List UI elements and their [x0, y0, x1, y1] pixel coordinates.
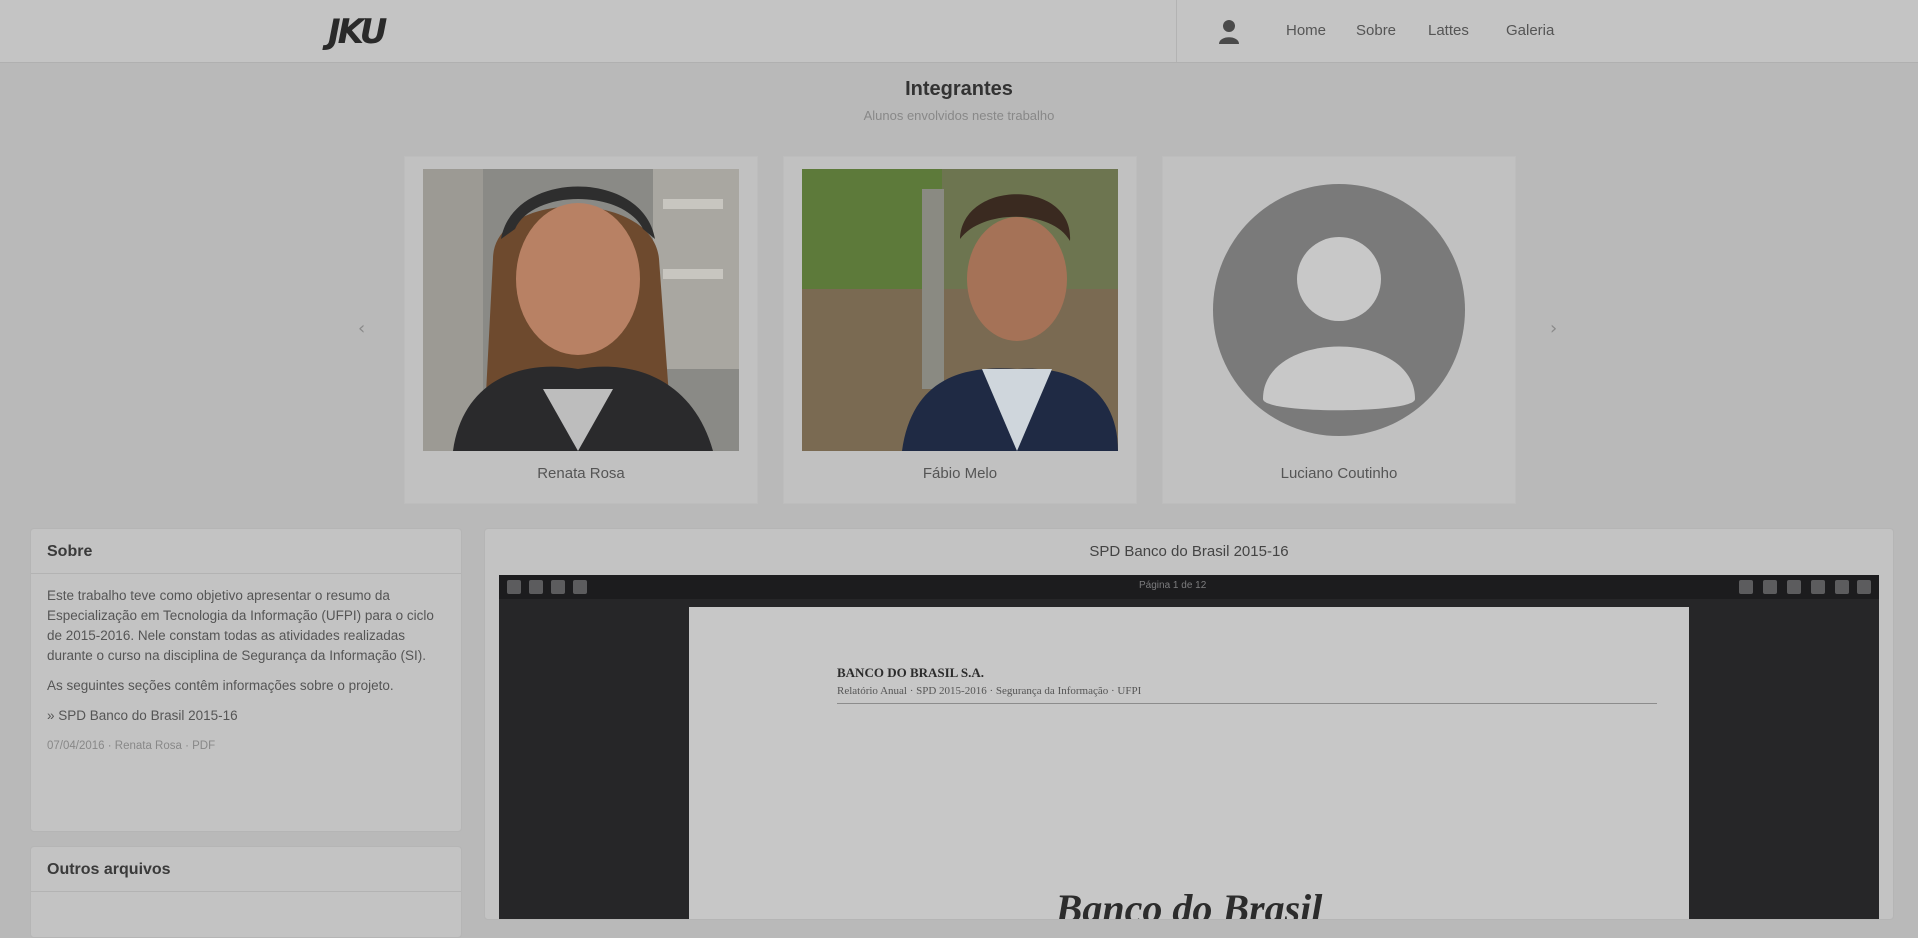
doc-subheading: Relatório Anual · SPD 2015-2016 · Segura…: [837, 685, 1142, 697]
doc-heading: BANCO DO BRASIL S.A.: [837, 665, 985, 680]
member-card[interactable]: Luciano Coutinho: [1162, 156, 1516, 504]
top-navbar: JKU Home Sobre Lattes Galeria: [0, 0, 1918, 63]
brand-logo[interactable]: JKU: [328, 12, 387, 52]
page-down-icon[interactable]: [573, 580, 587, 594]
related-panel-title: Outros arquivos: [31, 847, 461, 892]
document-panel: SPD Banco do Brasil 2015-16 Página 1 de …: [484, 528, 1894, 920]
pdf-page-indicator: Página 1 de 12: [1139, 580, 1207, 591]
open-file-icon[interactable]: [1763, 580, 1777, 594]
tools-menu-icon[interactable]: [1857, 580, 1871, 594]
pdf-page: BANCO DO BRASIL S.A. Relatório Anual · S…: [689, 607, 1689, 920]
about-panel: Sobre Este trabalho teve como objetivo a…: [30, 528, 462, 832]
sidebar-toggle-icon[interactable]: [507, 580, 521, 594]
presentation-icon[interactable]: [1739, 580, 1753, 594]
bookmark-icon[interactable]: [1835, 580, 1849, 594]
print-icon[interactable]: [1787, 580, 1801, 594]
navbar-divider: [1176, 0, 1177, 62]
download-icon[interactable]: [1811, 580, 1825, 594]
doc-rule: [837, 703, 1657, 704]
member-name: Fábio Melo: [922, 465, 998, 482]
about-text: Este trabalho teve como objetivo apresen…: [47, 588, 434, 663]
carousel-next-icon[interactable]: ›: [1550, 318, 1557, 339]
user-icon[interactable]: [1218, 18, 1240, 44]
default-avatar-icon: [1181, 169, 1497, 451]
member-name: Renata Rosa: [537, 465, 625, 482]
nav-about-link[interactable]: Sobre: [1356, 22, 1396, 39]
document-title: SPD Banco do Brasil 2015-16: [1089, 543, 1289, 560]
about-panel-title: Sobre: [31, 529, 461, 574]
team-section-subtitle: Alunos envolvidos neste trabalho: [863, 108, 1055, 123]
member-photo-woman: [423, 169, 739, 451]
carousel-prev-icon[interactable]: ‹: [358, 318, 365, 339]
page-up-icon[interactable]: [551, 580, 565, 594]
related-panel: Outros arquivos: [30, 846, 462, 938]
about-text-secondary: As seguintes seções contêm informações s…: [47, 678, 394, 693]
pdf-toolbar: Página 1 de 12: [499, 575, 1879, 599]
nav-lattes-link[interactable]: Lattes: [1428, 22, 1469, 39]
member-card[interactable]: Renata Rosa: [404, 156, 758, 504]
doc-cover-title: Banco do Brasil: [1055, 886, 1323, 920]
nav-gallery-link[interactable]: Galeria: [1506, 22, 1554, 39]
pdf-viewer[interactable]: Página 1 de 12 BANCO DO BRASIL S.A. Rela…: [499, 575, 1879, 920]
nav-home-link[interactable]: Home: [1286, 22, 1326, 39]
member-photo-man: [802, 169, 1118, 451]
member-photo-placeholder: [1181, 169, 1497, 451]
team-section-title: Integrantes: [905, 78, 1013, 100]
member-card[interactable]: Fábio Melo: [783, 156, 1137, 504]
about-meta: 07/04/2016 · Renata Rosa · PDF: [47, 740, 216, 752]
member-name: Luciano Coutinho: [1280, 465, 1398, 482]
about-document-link[interactable]: » SPD Banco do Brasil 2015-16: [47, 706, 445, 726]
search-icon[interactable]: [529, 580, 543, 594]
